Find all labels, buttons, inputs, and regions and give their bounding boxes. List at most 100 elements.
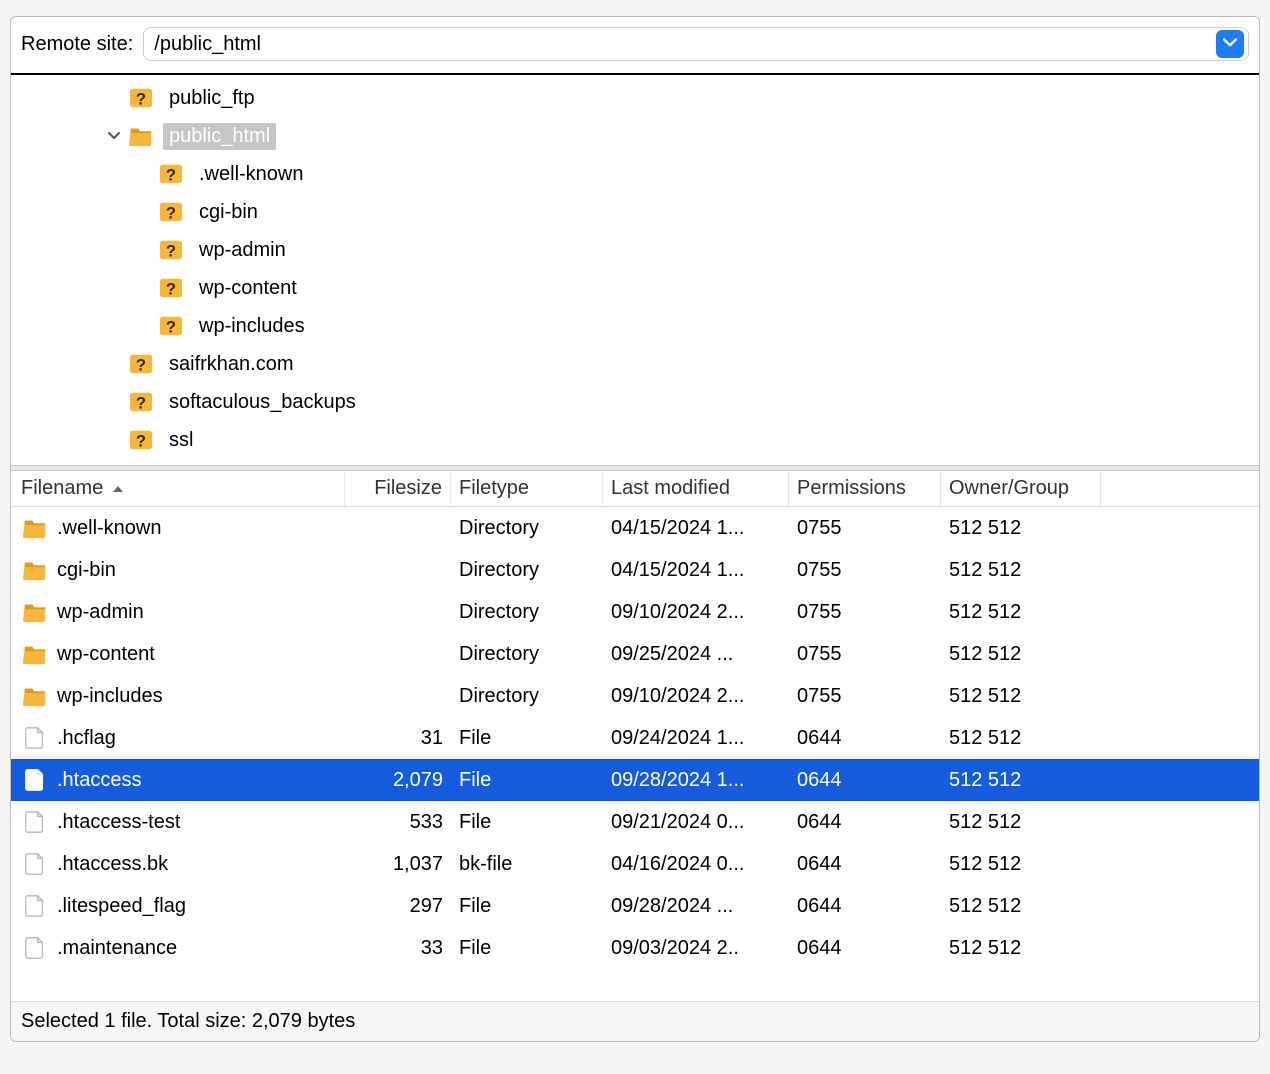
cell-owner: 512 512	[941, 601, 1101, 624]
cell-perms: 0644	[789, 937, 941, 960]
file-name: .htaccess-test	[57, 811, 180, 834]
file-icon	[21, 809, 49, 835]
file-row[interactable]: .litespeed_flag297File09/28/2024 ...0644…	[11, 885, 1259, 927]
column-owner[interactable]: Owner/Group	[941, 471, 1101, 506]
unknown-folder-icon	[127, 427, 155, 453]
tree-item[interactable]	[11, 459, 1259, 465]
column-filetype[interactable]: Filetype	[451, 471, 603, 506]
file-name: wp-includes	[57, 685, 163, 708]
unknown-folder-icon	[127, 351, 155, 377]
file-row[interactable]: .htaccess.bk1,037bk-file04/16/2024 0...0…	[11, 843, 1259, 885]
cell-filetype: File	[451, 811, 603, 834]
file-row[interactable]: .hcflag31File09/24/2024 1...0644512 512	[11, 717, 1259, 759]
remote-path-input[interactable]	[154, 33, 1216, 56]
column-filename[interactable]: Filename	[11, 471, 345, 506]
remote-panel: Remote site: public_ftp public_html .well-…	[10, 16, 1260, 1042]
tree-item-label: public_html	[163, 123, 276, 150]
cell-owner: 512 512	[941, 895, 1101, 918]
cell-perms: 0755	[789, 559, 941, 582]
cell-owner: 512 512	[941, 937, 1101, 960]
cell-filetype: Directory	[451, 517, 603, 540]
file-icon	[21, 767, 49, 793]
file-row[interactable]: .maintenance33File09/03/2024 2..0644512 …	[11, 927, 1259, 969]
cell-perms: 0644	[789, 853, 941, 876]
file-name: .maintenance	[57, 937, 177, 960]
column-filename-label: Filename	[21, 477, 103, 500]
file-row[interactable]: wp-contentDirectory09/25/2024 ...0755512…	[11, 633, 1259, 675]
file-name: .litespeed_flag	[57, 895, 186, 918]
column-modified[interactable]: Last modified	[603, 471, 789, 506]
file-row[interactable]: wp-includesDirectory09/10/2024 2...07555…	[11, 675, 1259, 717]
tree-item[interactable]: public_ftp	[11, 79, 1259, 117]
cell-perms: 0755	[789, 643, 941, 666]
file-icon	[21, 851, 49, 877]
cell-modified: 04/16/2024 0...	[603, 853, 789, 876]
cell-filesize: 2,079	[345, 769, 451, 792]
cell-perms: 0644	[789, 727, 941, 750]
tree-item-label: wp-content	[193, 275, 303, 302]
folder-icon	[127, 123, 155, 149]
file-name: .htaccess	[57, 769, 141, 792]
column-permissions[interactable]: Permissions	[789, 471, 941, 506]
remote-pathbar: Remote site:	[11, 17, 1259, 75]
cell-filetype: Directory	[451, 643, 603, 666]
tree-item-label: cgi-bin	[193, 199, 264, 226]
folder-icon	[21, 557, 49, 583]
cell-owner: 512 512	[941, 559, 1101, 582]
tree-item[interactable]: softaculous_backups	[11, 383, 1259, 421]
cell-filesize: 533	[345, 811, 451, 834]
sort-ascending-icon	[111, 477, 125, 500]
column-filesize-label: Filesize	[374, 477, 442, 500]
status-bar: Selected 1 file. Total size: 2,079 bytes	[11, 1001, 1259, 1041]
cell-modified: 09/25/2024 ...	[603, 643, 789, 666]
cell-filesize: 31	[345, 727, 451, 750]
file-row[interactable]: wp-adminDirectory09/10/2024 2...0755512 …	[11, 591, 1259, 633]
cell-modified: 09/10/2024 2...	[603, 685, 789, 708]
remote-directory-tree[interactable]: public_ftp public_html .well-known cgi-bin w…	[11, 75, 1259, 465]
file-name: cgi-bin	[57, 559, 116, 582]
cell-filetype: File	[451, 727, 603, 750]
status-text: Selected 1 file. Total size: 2,079 bytes	[21, 1010, 355, 1033]
file-icon	[21, 935, 49, 961]
cell-filetype: File	[451, 769, 603, 792]
cell-owner: 512 512	[941, 811, 1101, 834]
remote-path-field[interactable]	[143, 27, 1249, 61]
cell-filetype: File	[451, 895, 603, 918]
cell-modified: 09/21/2024 0...	[603, 811, 789, 834]
file-list-header: Filename Filesize Filetype Last modified…	[11, 471, 1259, 507]
path-history-dropdown[interactable]	[1216, 30, 1244, 58]
unknown-folder-icon	[157, 313, 185, 339]
column-filetype-label: Filetype	[459, 477, 529, 500]
remote-file-list[interactable]: .well-knownDirectory04/15/2024 1...07555…	[11, 507, 1259, 1001]
cell-modified: 09/10/2024 2...	[603, 601, 789, 624]
tree-item[interactable]: .well-known	[11, 155, 1259, 193]
tree-item-label: saifrkhan.com	[163, 351, 300, 378]
file-icon	[21, 893, 49, 919]
cell-modified: 09/28/2024 1...	[603, 769, 789, 792]
tree-item[interactable]: saifrkhan.com	[11, 345, 1259, 383]
unknown-folder-icon	[127, 85, 155, 111]
cell-owner: 512 512	[941, 685, 1101, 708]
cell-perms: 0644	[789, 769, 941, 792]
cell-filetype: bk-file	[451, 853, 603, 876]
file-row[interactable]: .htaccess 2,079File09/28/2024 1...0644512…	[11, 759, 1259, 801]
tree-item[interactable]: ssl	[11, 421, 1259, 459]
cell-modified: 09/28/2024 ...	[603, 895, 789, 918]
folder-icon	[21, 515, 49, 541]
column-permissions-label: Permissions	[797, 477, 906, 500]
cell-filetype: Directory	[451, 601, 603, 624]
tree-item[interactable]: wp-admin	[11, 231, 1259, 269]
tree-item[interactable]: cgi-bin	[11, 193, 1259, 231]
file-row[interactable]: .htaccess-test533File09/21/2024 0...0644…	[11, 801, 1259, 843]
cell-owner: 512 512	[941, 769, 1101, 792]
tree-item[interactable]: wp-content	[11, 269, 1259, 307]
tree-item[interactable]: public_html	[11, 117, 1259, 155]
file-row[interactable]: .well-knownDirectory04/15/2024 1...07555…	[11, 507, 1259, 549]
disclosure-triangle[interactable]	[101, 130, 127, 142]
column-modified-label: Last modified	[611, 477, 730, 500]
column-filesize[interactable]: Filesize	[345, 471, 451, 506]
file-row[interactable]: cgi-binDirectory04/15/2024 1...0755512 5…	[11, 549, 1259, 591]
tree-item[interactable]: wp-includes	[11, 307, 1259, 345]
tree-item-label: .well-known	[193, 161, 309, 188]
column-owner-label: Owner/Group	[949, 477, 1069, 500]
